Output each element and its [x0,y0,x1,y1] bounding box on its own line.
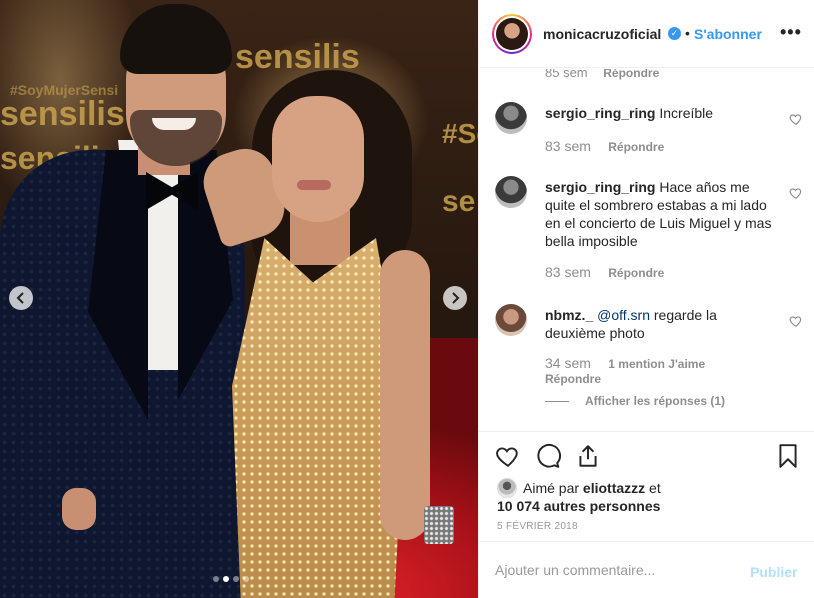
comment-username[interactable]: nbmz._ [545,307,593,323]
comment-bubble-icon[interactable] [535,443,561,469]
comment-time: 85 sem [545,69,588,80]
comment-likes-count[interactable]: 1 mention J'aime [608,357,705,371]
like-comment-heart-icon[interactable] [789,112,803,126]
reply-button[interactable]: Répondre [608,140,664,154]
chevron-left-icon [16,292,24,304]
liked-by-suffix: et [649,480,661,496]
comment-meta: 34 sem 1 mention J'aime Répondre [545,356,745,387]
like-comment-heart-icon[interactable] [789,186,803,200]
carousel-prev-button[interactable] [9,286,33,310]
man-hair [120,4,232,74]
like-heart-icon[interactable] [495,443,521,469]
add-comment-bar: Publier [479,541,814,598]
post-comment-button[interactable]: Publier [750,564,797,580]
like-comment-heart-icon[interactable] [789,314,803,328]
comment-body: Increíble [659,105,714,121]
comment-meta: 83 sem Répondre [545,138,664,154]
liked-by-prefix: Aimé par [523,480,580,496]
follow-button[interactable]: S'abonner [694,26,762,42]
liker-username[interactable]: eliottazzz [583,480,645,496]
view-replies-label: Afficher les réponses (1) [585,394,726,408]
post-photo[interactable]: sensilis sensilis sensilis #Se se #SoyMu… [0,0,478,598]
more-options-icon[interactable]: ••• [780,22,802,43]
backdrop-text: #Se [442,118,478,149]
verified-badge-icon: ✓ [668,27,681,40]
post-actions: Aimé par eliottazzz et 10 074 autres per… [479,431,814,541]
commenter-avatar[interactable] [495,176,527,208]
woman-lips [297,180,331,190]
comment-time: 34 sem [545,355,591,371]
header-separator: • [685,25,690,41]
reply-button[interactable]: Répondre [608,266,664,280]
comments-list[interactable]: 85 sem Répondre sergio_ring_ring Increíb… [479,69,814,431]
chevron-right-icon [452,292,460,304]
comment-username[interactable]: sergio_ring_ring [545,179,655,195]
post-date[interactable]: 5 FÉVRIER 2018 [497,521,578,532]
carousel-dot [213,576,219,582]
backdrop-text: #SoyMujerSensi [10,82,119,98]
author-username[interactable]: monicacruzoficial [543,26,661,42]
commenter-avatar[interactable] [495,304,527,336]
bookmark-icon[interactable] [775,443,801,469]
view-replies-button[interactable]: Afficher les réponses (1) [545,394,725,408]
comment-text: sergio_ring_ring Increíble [545,104,777,122]
comment-username[interactable]: sergio_ring_ring [545,105,655,121]
comment-meta: 83 sem Répondre [545,264,664,280]
comment-time: 83 sem [545,264,591,280]
carousel-dot [243,576,249,582]
liker-avatar[interactable] [497,478,517,498]
liked-by-text: Aimé par eliottazzz et [523,480,661,496]
woman-face [272,96,364,222]
man-hand [62,488,96,530]
comment-text: nbmz._ @off.srn regarde la deuxième phot… [545,306,777,342]
share-icon[interactable] [575,443,601,469]
comment-time: 83 sem [545,138,591,154]
comment-text: sergio_ring_ring Hace años me quite el s… [545,178,777,250]
woman-arm [380,250,430,540]
carousel-indicator [213,576,249,582]
author-avatar[interactable] [492,14,532,54]
reply-button[interactable]: Répondre [545,372,601,386]
other-likers-link[interactable]: 10 074 autres personnes [497,498,660,514]
comment-mention-link[interactable]: @off.srn [597,307,650,323]
post-side-panel: monicacruzoficial ✓ • S'abonner ••• 85 s… [478,0,814,598]
carousel-dot [233,576,239,582]
backdrop-text: se [442,185,476,218]
backdrop-text: sensilis [0,95,125,133]
comment-meta-partial: 85 sem Répondre [545,69,659,80]
carousel-next-button[interactable] [443,286,467,310]
clutch-bag [424,506,454,544]
add-comment-input[interactable] [495,562,735,578]
carousel-dot [223,576,229,582]
reply-button[interactable]: Répondre [603,69,659,80]
post-header: monicacruzoficial ✓ • S'abonner ••• [479,0,814,68]
commenter-avatar[interactable] [495,102,527,134]
man-smile [152,118,196,130]
replies-divider-line [545,401,569,403]
